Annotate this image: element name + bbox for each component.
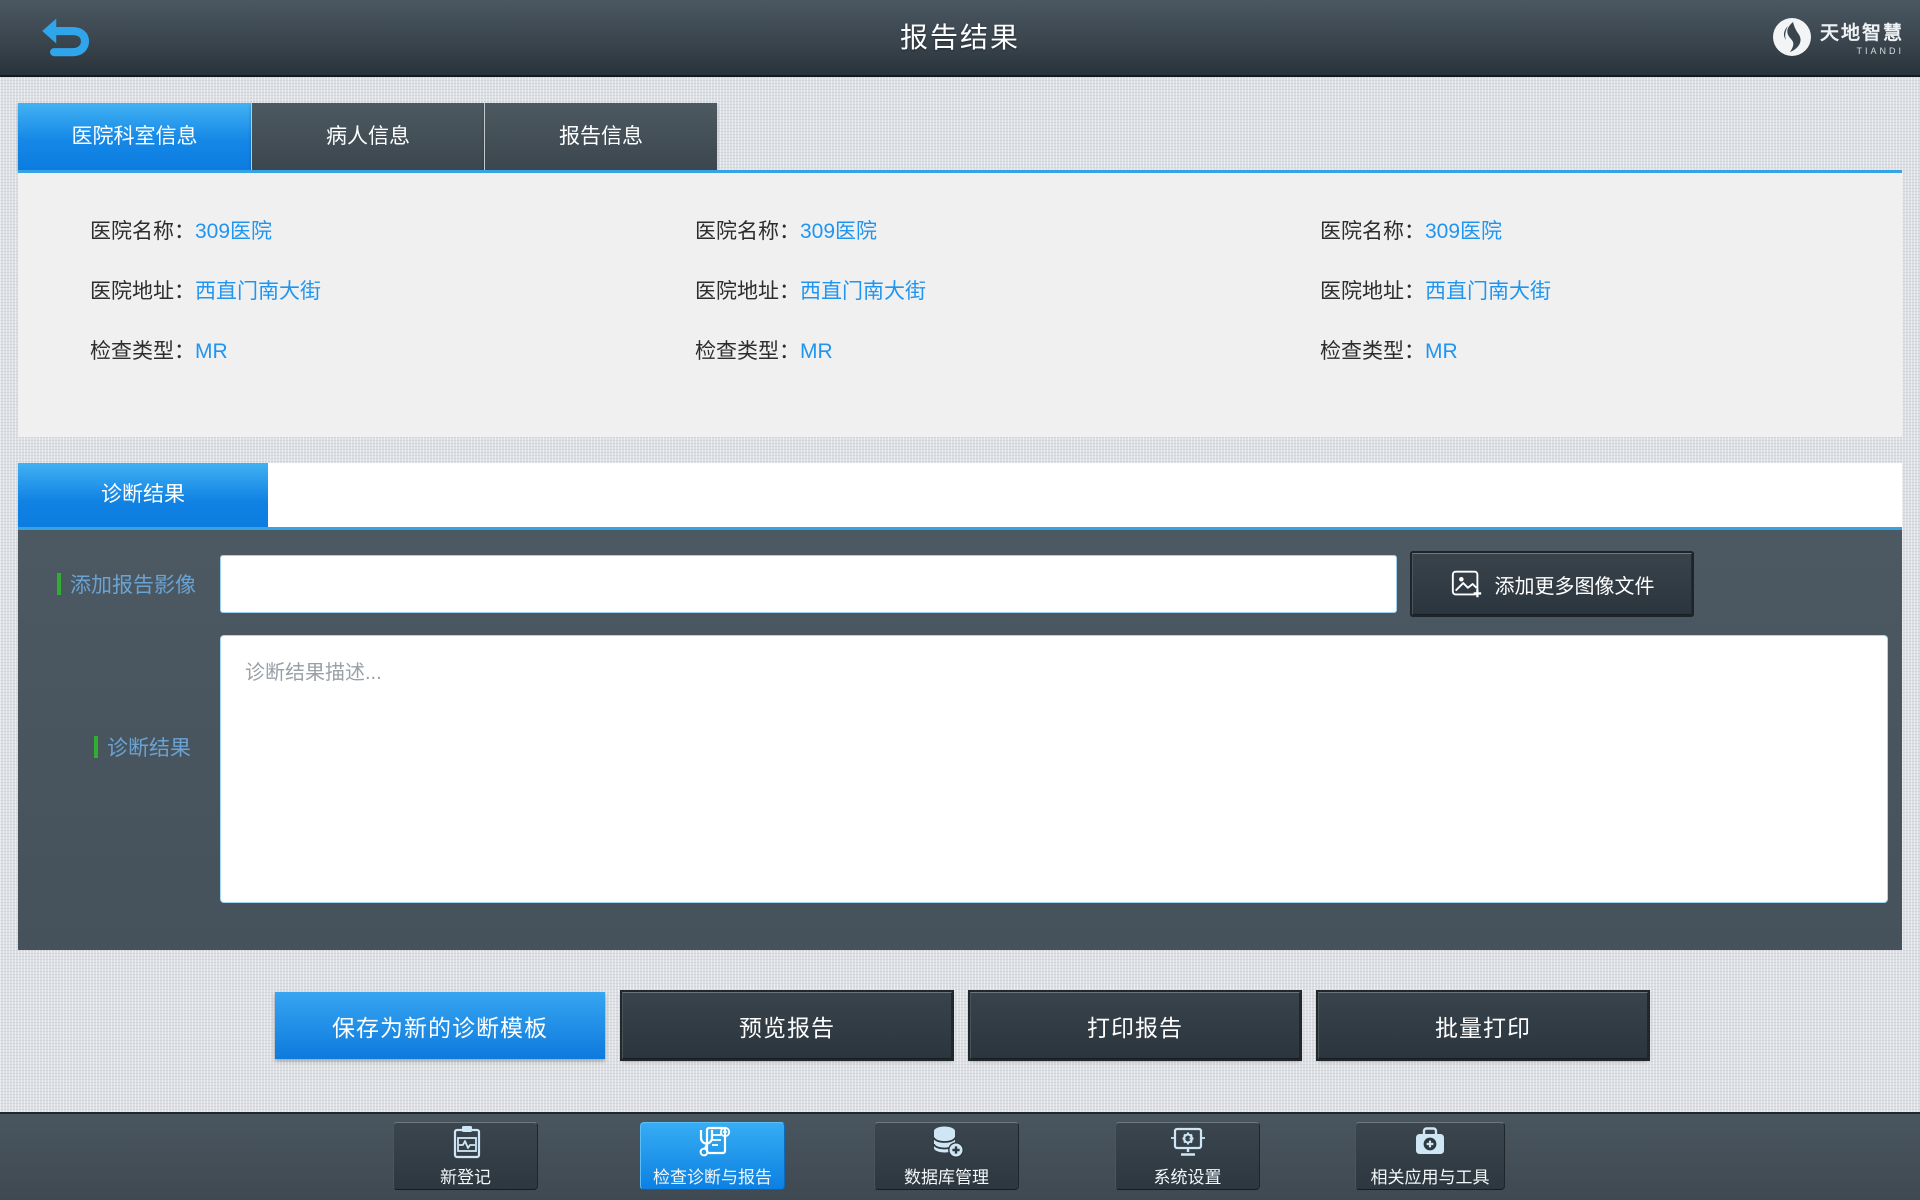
brand-icon (1772, 18, 1811, 56)
info-label: 检查类型： (1320, 340, 1425, 363)
info-label: 检查类型： (695, 340, 800, 363)
bottom-nav-bar: 新登记 检查诊断与报告 数据库管理 系统设置 相关应用与工具 (0, 1112, 1920, 1200)
report-stethoscope-icon (699, 1126, 730, 1157)
nav-new-registration[interactable]: 新登记 (393, 1122, 538, 1190)
info-row: 医院名称：309医院 (1320, 211, 1502, 253)
add-report-image-label-text: 添加报告影像 (70, 574, 196, 597)
info-value: 西直门南大街 (1425, 280, 1551, 303)
tab-hospital-department-info[interactable]: 医院科室信息 (18, 103, 251, 170)
save-as-template-button[interactable]: 保存为新的诊断模板 (275, 992, 605, 1059)
add-more-images-button[interactable]: 添加更多图像文件 (1412, 553, 1692, 615)
diagnosis-result-textarea[interactable] (220, 635, 1888, 903)
hospital-info-panel: 医院名称：309医院 医院地址：西直门南大街 检查类型：MR 医院名称：309医… (18, 173, 1902, 437)
nav-exam-diagnosis-report[interactable]: 检查诊断与报告 (640, 1122, 785, 1190)
info-value: 309医院 (1425, 220, 1503, 243)
info-value: 西直门南大街 (195, 280, 321, 303)
info-row: 检查类型：MR (90, 331, 228, 373)
add-image-icon (1451, 570, 1481, 598)
add-more-images-label: 添加更多图像文件 (1494, 575, 1655, 598)
info-row: 检查类型：MR (1320, 331, 1458, 373)
brand-logo: 天地智慧 TIANDI (1772, 17, 1904, 57)
info-row: 医院名称：309医院 (90, 211, 272, 253)
nav-label: 相关应用与工具 (1370, 1168, 1490, 1187)
diagnosis-tab-bar: 诊断结果 (18, 463, 1902, 527)
nav-label: 系统设置 (1153, 1168, 1222, 1187)
nav-label: 新登记 (440, 1168, 491, 1187)
info-row: 医院地址：西直门南大街 (695, 271, 926, 313)
toolbox-plus-icon (1416, 1127, 1444, 1154)
info-value: MR (195, 340, 228, 363)
info-row: 医院地址：西直门南大街 (1320, 271, 1551, 313)
info-label: 检查类型： (90, 340, 195, 363)
add-report-image-label: 添加报告影像 (57, 555, 196, 613)
batch-print-button[interactable]: 批量打印 (1318, 992, 1648, 1059)
diagnosis-result-label-text: 诊断结果 (107, 737, 191, 760)
nav-database-management[interactable]: 数据库管理 (874, 1122, 1019, 1190)
info-label: 医院名称： (90, 220, 195, 243)
info-value: 309医院 (195, 220, 273, 243)
brand-name: 天地智慧 (1819, 23, 1904, 44)
database-plus-icon (932, 1126, 964, 1158)
green-marker (57, 573, 61, 595)
tab-diagnosis-result[interactable]: 诊断结果 (18, 463, 268, 527)
nav-system-settings[interactable]: 系统设置 (1115, 1122, 1260, 1190)
info-label: 医院名称： (695, 220, 800, 243)
brand-text: 天地智慧 TIANDI (1820, 18, 1904, 56)
info-value: 309医院 (800, 220, 878, 243)
info-value: MR (800, 340, 833, 363)
tab-report-info[interactable]: 报告信息 (484, 103, 717, 170)
info-value: MR (1425, 340, 1458, 363)
info-row: 检查类型：MR (695, 331, 833, 373)
tab-patient-info[interactable]: 病人信息 (251, 103, 484, 170)
info-label: 医院地址： (1320, 280, 1425, 303)
brand-subtitle: TIANDI (1856, 46, 1904, 56)
preview-report-button[interactable]: 预览报告 (622, 992, 952, 1059)
page-title: 报告结果 (899, 22, 1020, 53)
print-report-button[interactable]: 打印报告 (970, 992, 1300, 1059)
info-value: 西直门南大街 (800, 280, 926, 303)
report-image-input[interactable] (220, 555, 1397, 613)
info-label: 医院名称： (1320, 220, 1425, 243)
info-row: 医院地址：西直门南大街 (90, 271, 321, 313)
info-tab-bar: 医院科室信息 病人信息 报告信息 (18, 103, 717, 170)
top-bar: 报告结果 天地智慧 TIANDI (0, 0, 1920, 77)
diagnosis-panel: 添加报告影像 添加更多图像文件 诊断结果 (18, 530, 1902, 950)
clipboard-pulse-icon (453, 1126, 480, 1159)
nav-label: 数据库管理 (904, 1168, 989, 1187)
info-label: 医院地址： (695, 280, 800, 303)
nav-label: 检查诊断与报告 (653, 1168, 772, 1187)
nav-related-apps-tools[interactable]: 相关应用与工具 (1355, 1122, 1505, 1190)
green-marker (94, 736, 98, 758)
info-row: 医院名称：309医院 (695, 211, 877, 253)
monitor-gear-icon (1170, 1127, 1205, 1156)
diagnosis-result-label: 诊断结果 (94, 727, 191, 767)
info-label: 医院地址： (90, 280, 195, 303)
